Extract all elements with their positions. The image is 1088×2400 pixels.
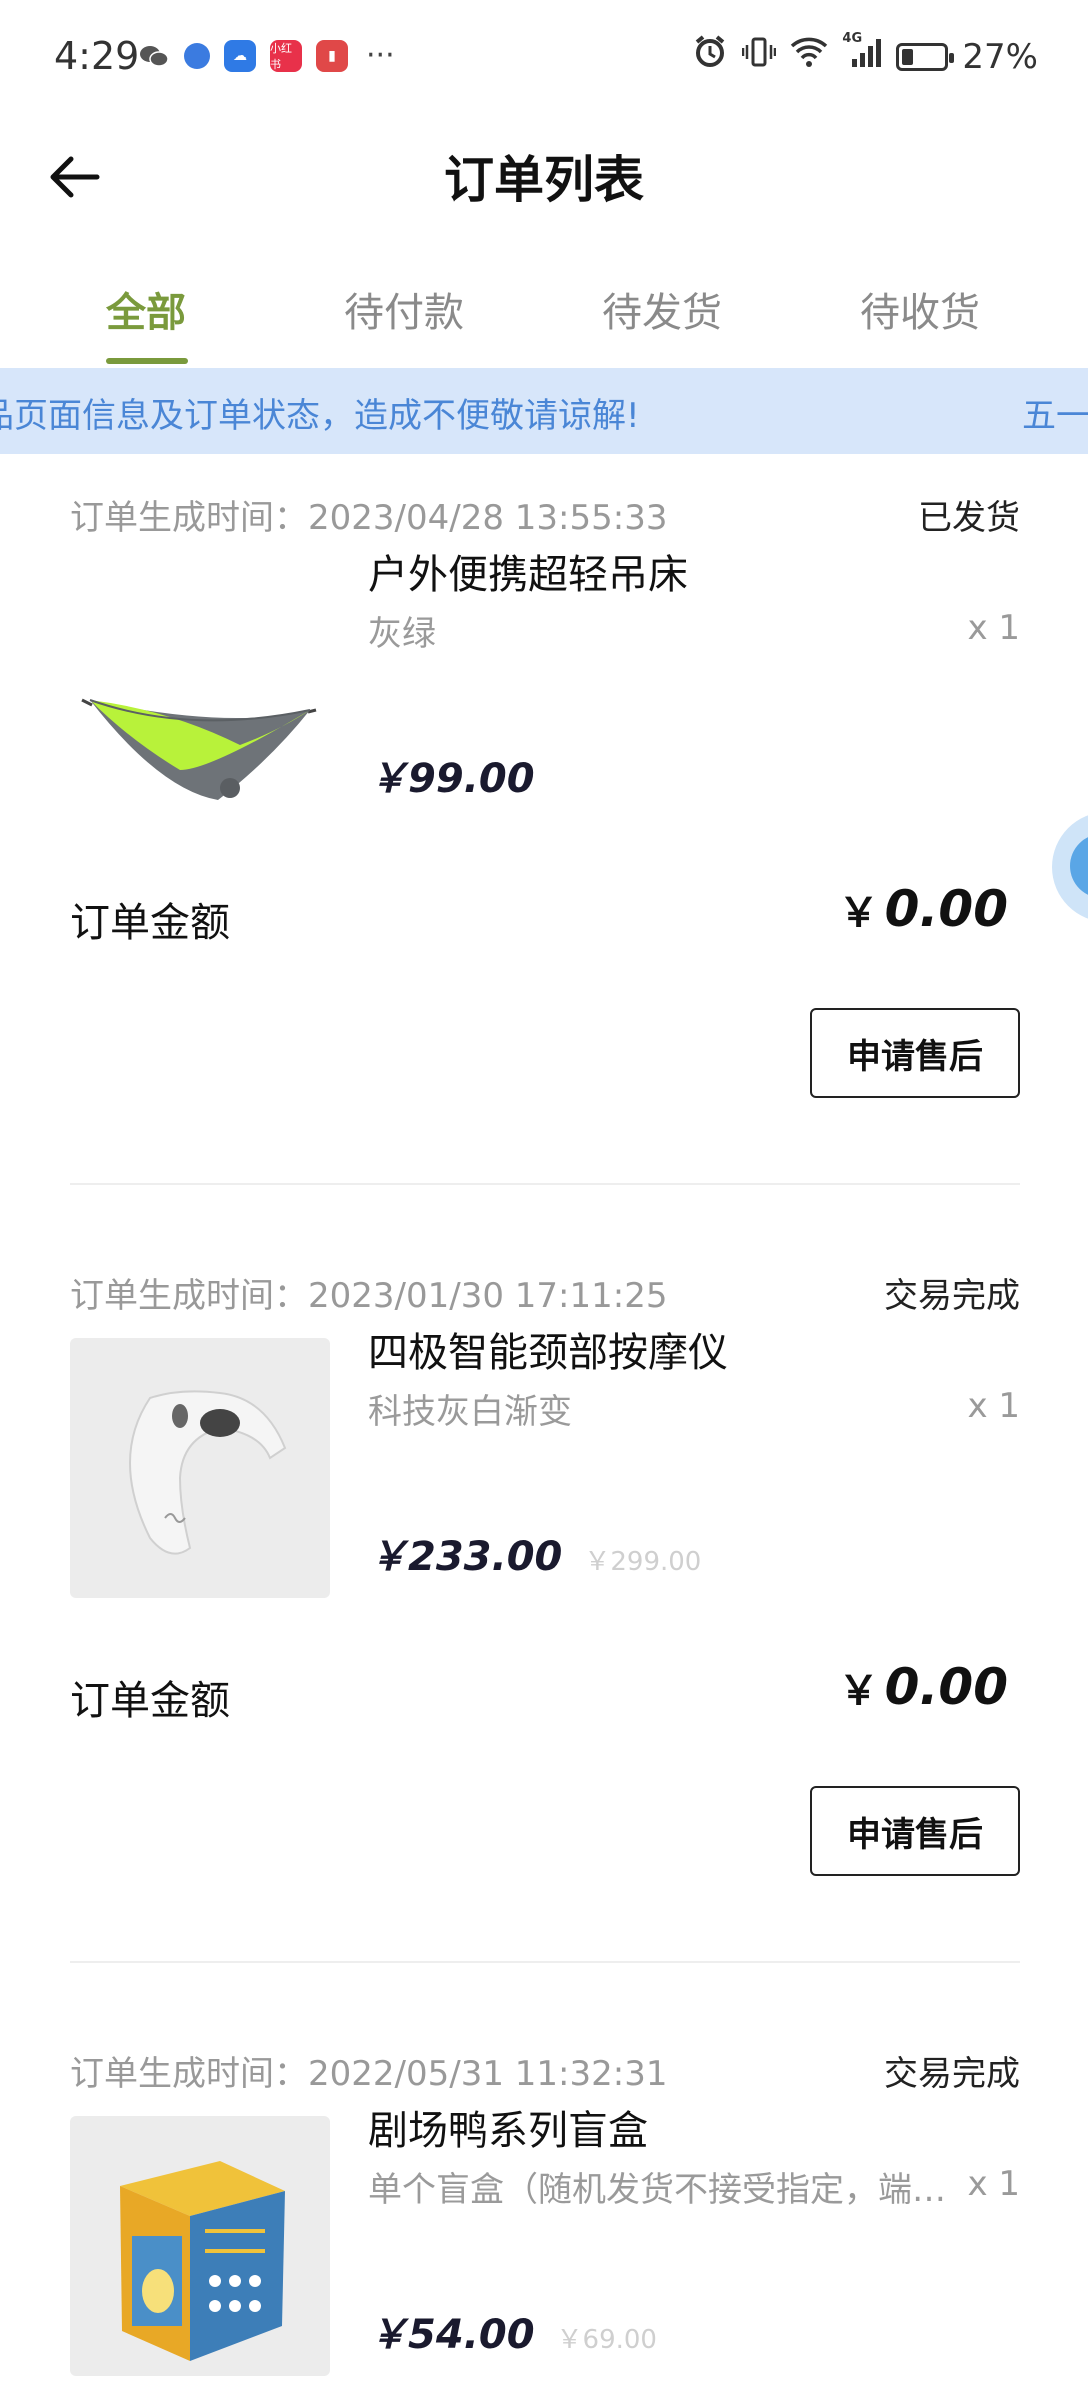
product-price: ￥54.00 (368, 2312, 535, 2358)
weather-icon: ☁ (224, 39, 256, 72)
customer-service-float-button[interactable] (1052, 812, 1088, 922)
amount-value: 0.00 (884, 880, 1008, 938)
order-card[interactable]: 订单生成时间：2023/04/28 13:55:33 已发货 户外便携超轻吊床 … (70, 490, 1020, 1110)
price-row: ￥54.00 ￥69.00 (368, 2302, 657, 2360)
product-spec: 单个盲盒（随机发货不接受指定，端… (368, 2170, 946, 2210)
product-image-blind-box[interactable] (70, 2116, 330, 2376)
notification-icons: ☁ 小红书 ▮ ··· (138, 38, 395, 73)
vibrate-icon (742, 35, 777, 78)
reader-icon: ▮ (316, 39, 348, 72)
product-price: ￥233.00 (368, 1534, 563, 1580)
status-bar: 4:29 ☁ 小红书 ▮ ··· 4G 27% (0, 0, 1088, 110)
tab-pending-payment[interactable]: 待付款 (304, 280, 504, 338)
notice-text-next: 五一 (1022, 396, 1088, 436)
system-icons: 4G 27% (692, 31, 1038, 79)
cellular-signal-icon: 4G (842, 31, 882, 78)
product-spec: 灰绿 (368, 614, 436, 654)
price-row: ￥233.00 ￥299.00 (368, 1524, 701, 1582)
amount-currency: ￥ (838, 890, 879, 936)
product-image-hammock[interactable] (70, 560, 330, 820)
order-tabs: 全部 待付款 待发货 待收货 (0, 262, 1088, 366)
apply-after-sales-button[interactable]: 申请售后 (810, 1008, 1020, 1098)
xiaohongshu-icon: 小红书 (270, 39, 302, 72)
order-amount: ￥ 0.00 (839, 880, 1008, 938)
product-spec: 科技灰白渐变 (368, 1392, 572, 1432)
order-time: 订单生成时间：2022/05/31 11:32:31 (70, 2054, 668, 2094)
tab-pending-shipment[interactable]: 待发货 (562, 280, 762, 338)
battery-percent: 27% (962, 36, 1038, 77)
amount-currency: ￥ (838, 1668, 879, 1714)
product-name[interactable]: 剧场鸭系列盲盒 (368, 2098, 648, 2156)
amount-value: 0.00 (884, 1658, 1008, 1716)
status-time: 4:29 (54, 34, 140, 78)
original-price: ￥69.00 (556, 2325, 657, 2355)
original-price: ￥299.00 (584, 1547, 702, 1577)
order-amount-label: 订单金额 (70, 900, 230, 946)
order-status: 交易完成 (884, 1276, 1020, 1316)
order-card[interactable]: 订单生成时间：2023/01/30 17:11:25 交易完成 四极智能颈部按摩… (70, 1268, 1020, 1888)
product-image-neck-massager[interactable] (70, 1338, 330, 1598)
browser-icon (184, 42, 210, 69)
product-price: ￥99.00 (368, 756, 535, 802)
wechat-icon (138, 40, 170, 72)
battery-icon (896, 42, 955, 71)
tab-all[interactable]: 全部 (46, 280, 246, 338)
order-amount: ￥ 0.00 (839, 1658, 1008, 1716)
order-status: 交易完成 (884, 2054, 1020, 2094)
chat-bubble-icon (1070, 834, 1088, 898)
notice-text: 品页面信息及订单状态，造成不便敬请谅解! (0, 396, 640, 436)
alarm-icon (692, 34, 728, 79)
order-card[interactable]: 订单生成时间：2022/05/31 11:32:31 交易完成 剧场鸭系列盲盒 … (70, 2046, 1020, 2400)
top-bar: 订单列表 (0, 110, 1088, 230)
notice-banner: 品页面信息及订单状态，造成不便敬请谅解! 五一 (0, 368, 1088, 454)
more-notifications-icon: ··· (366, 38, 395, 73)
order-time: 订单生成时间：2023/04/28 13:55:33 (70, 498, 668, 538)
product-quantity: x 1 (967, 2164, 1020, 2204)
order-amount-label: 订单金额 (70, 1678, 230, 1724)
order-divider (70, 1183, 1020, 1185)
product-name[interactable]: 户外便携超轻吊床 (368, 542, 688, 600)
product-quantity: x 1 (967, 608, 1020, 648)
page-title: 订单列表 (444, 151, 644, 209)
apply-after-sales-button[interactable]: 申请售后 (810, 1786, 1020, 1876)
product-name[interactable]: 四极智能颈部按摩仪 (368, 1320, 728, 1378)
product-quantity: x 1 (967, 1386, 1020, 1426)
wifi-icon (790, 36, 828, 77)
order-status: 已发货 (918, 498, 1020, 538)
tab-pending-receipt[interactable]: 待收货 (820, 280, 1020, 338)
order-time: 订单生成时间：2023/01/30 17:11:25 (70, 1276, 668, 1316)
price-row: ￥99.00 (368, 746, 535, 804)
network-type: 4G (842, 31, 863, 46)
active-tab-indicator (106, 358, 188, 364)
order-divider (70, 1961, 1020, 1963)
